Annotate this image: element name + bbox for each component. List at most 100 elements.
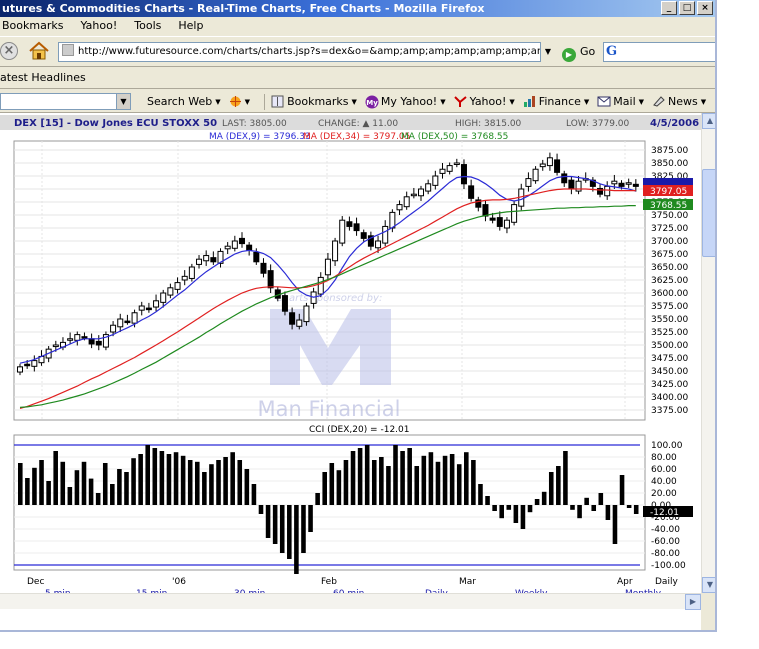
highlight-icon [229, 95, 242, 108]
go-button[interactable]: ▶ Go [562, 43, 595, 62]
candle-body [296, 319, 303, 327]
cci-bar [202, 472, 207, 505]
cci-bar [371, 460, 377, 505]
vertical-scrollbar[interactable]: ▲ ▼ [701, 113, 715, 593]
go-label: Go [580, 45, 596, 58]
cci-bar [308, 505, 313, 532]
price-tick-label: 3875.00 [651, 146, 688, 156]
candle-body [332, 240, 339, 262]
cci-bar [117, 469, 122, 505]
cci-bar [577, 505, 582, 519]
high-value: HIGH: 3815.00 [455, 119, 522, 129]
candle-body [511, 204, 518, 223]
cci-bar [25, 478, 30, 505]
cci-bar [166, 454, 172, 505]
cci-bar [591, 505, 597, 511]
ma50-value-label: 3768.55 [650, 201, 687, 211]
minimize-button[interactable]: _ [661, 1, 677, 15]
latest-headlines-label[interactable]: atest Headlines [0, 71, 86, 84]
price-tick-label: 3475.00 [651, 354, 688, 364]
horizontal-scrollbar[interactable]: ▶ [0, 593, 701, 610]
candle-body [439, 168, 446, 174]
cci-bar [478, 484, 483, 505]
cci-tick-label: 20.00 [651, 489, 677, 499]
candle-body [432, 175, 439, 186]
ma34-value-label: 3797.05 [650, 187, 687, 197]
google-search-input[interactable]: G [603, 42, 715, 62]
candle-body [253, 251, 260, 263]
cci-bar [633, 505, 639, 514]
price-tick-label: 3725.00 [651, 224, 688, 234]
candle-body [238, 237, 245, 245]
menu-help[interactable]: Help [178, 17, 203, 36]
mail-button[interactable]: Mail ▼ [597, 95, 644, 108]
finance-icon [523, 95, 536, 108]
cci-bar [343, 460, 349, 505]
url-input[interactable]: http://www.futuresource.com/charts/chart… [58, 42, 541, 62]
scroll-down-icon[interactable]: ▼ [702, 577, 715, 593]
cci-value-label: -12.01 [650, 508, 679, 518]
my-yahoo-label: My Yahoo! [380, 95, 438, 108]
candle-body [74, 334, 81, 341]
home-icon[interactable] [28, 41, 50, 61]
maximize-button[interactable]: □ [679, 1, 695, 15]
finance-button[interactable]: Finance ▼ [523, 95, 589, 108]
cci-bar [485, 496, 490, 505]
menu-bookmarks[interactable]: Bookmarks [2, 17, 63, 36]
my-yahoo-icon: My [365, 95, 379, 109]
candle-body [52, 344, 59, 348]
candle-body [611, 180, 618, 185]
chart-symbol-title: DEX [15] - Dow Jones ECU STOXX 50 [14, 118, 217, 129]
chevron-down-icon: ▼ [440, 97, 446, 106]
cci-bar [527, 505, 533, 513]
close-button[interactable]: × [697, 1, 713, 15]
mail-icon [597, 95, 611, 108]
cci-bar [60, 461, 66, 505]
scroll-up-icon[interactable]: ▲ [702, 113, 715, 129]
yahoo-search-input[interactable]: ▼ [0, 93, 131, 110]
cci-bar [556, 466, 561, 505]
scroll-right-icon[interactable]: ▶ [685, 594, 701, 610]
cci-title: CCI (DEX,20) = -12.01 [309, 425, 409, 435]
menu-yahoo[interactable]: Yahoo! [80, 17, 117, 36]
candle-body [503, 219, 510, 229]
news-button[interactable]: News ▼ [652, 95, 706, 108]
cci-bar [350, 451, 356, 505]
search-web-button[interactable]: Search Web ▼ [147, 95, 221, 108]
candle-body [188, 266, 195, 279]
window-title: utures & Commodities Charts - Real-Time … [2, 2, 485, 15]
cci-bar [145, 445, 151, 505]
url-dropdown-icon[interactable]: ▼ [541, 42, 555, 62]
cci-bar [81, 461, 87, 505]
cci-bar [315, 493, 320, 505]
cci-bar [442, 455, 448, 505]
yahoo-button[interactable]: Yahoo! ▼ [453, 95, 515, 108]
news-label: News [668, 95, 698, 108]
cci-bar [329, 463, 335, 505]
candle-body [353, 223, 360, 232]
my-yahoo-button[interactable]: My My Yahoo! ▼ [365, 95, 446, 109]
cci-tick-label: 80.00 [651, 453, 677, 463]
candle-body [360, 232, 367, 239]
cci-bar [110, 484, 115, 505]
stop-icon[interactable]: × [0, 42, 18, 60]
scroll-thumb[interactable] [702, 169, 715, 257]
cci-bar [619, 475, 625, 505]
highlight-button[interactable]: ▼ [229, 95, 250, 108]
cci-bar [216, 460, 221, 505]
menu-tools[interactable]: Tools [134, 17, 161, 36]
cci-bar [39, 460, 44, 505]
cci-bar [570, 505, 575, 510]
candle-body [403, 196, 410, 208]
bookmarks-label: Bookmarks [287, 95, 349, 108]
cci-bar [53, 451, 58, 505]
cci-bar [456, 464, 462, 505]
price-tick-label: 3650.00 [651, 263, 688, 273]
bookmarks-icon [271, 95, 284, 108]
cci-bar [258, 505, 264, 514]
chevron-down-icon[interactable]: ▼ [116, 94, 130, 109]
cci-bar [138, 454, 143, 505]
bookmarks-button[interactable]: Bookmarks ▼ [271, 95, 357, 108]
candle-body [396, 204, 403, 211]
candle-body [81, 336, 88, 339]
